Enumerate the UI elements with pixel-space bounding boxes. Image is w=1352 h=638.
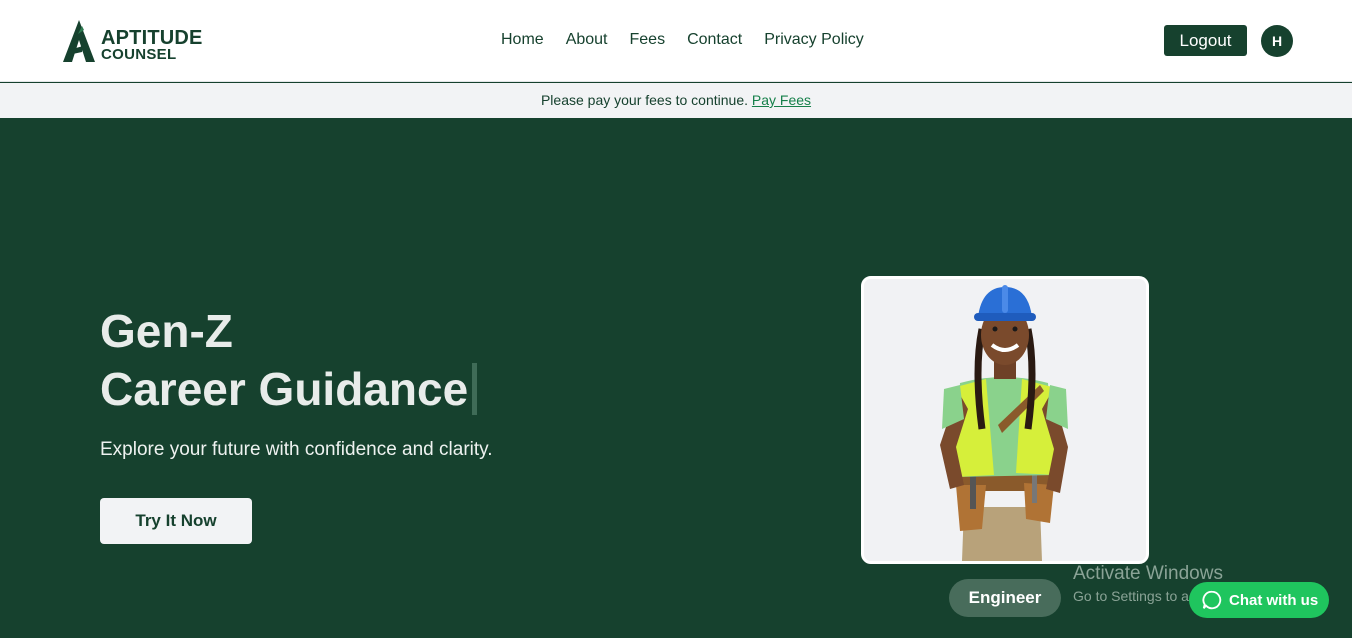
chat-bubble-icon [1202, 590, 1222, 610]
hero-subtitle: Explore your future with confidence and … [100, 439, 493, 460]
hero-title-line2: Career Guidance [100, 363, 469, 415]
fee-notice-text: Please pay your fees to continue. [540, 92, 748, 108]
logout-button[interactable]: Logout [1164, 25, 1247, 56]
hero-title: Gen-Z Career Guidance [100, 302, 478, 418]
engineer-photo-icon [864, 279, 1146, 561]
nav-contact[interactable]: Contact [676, 29, 753, 51]
career-photo-card [861, 276, 1149, 564]
hero-section: Gen-Z Career Guidance Explore your futur… [0, 118, 1352, 638]
hero-title-line1: Gen-Z [100, 305, 233, 357]
chat-with-us-button[interactable]: Chat with us [1189, 582, 1329, 618]
typing-caret [472, 363, 478, 415]
triangle-a-logo-icon [63, 20, 95, 62]
avatar[interactable]: H [1261, 25, 1293, 57]
nav-home[interactable]: Home [490, 29, 555, 51]
nav-fees[interactable]: Fees [619, 29, 677, 51]
brand-subname: COUNSEL [101, 46, 177, 63]
nav-privacy-policy[interactable]: Privacy Policy [753, 29, 875, 51]
nav-about[interactable]: About [555, 29, 619, 51]
career-label-chip[interactable]: Engineer [949, 579, 1061, 617]
navbar: APTITUDE COUNSEL Home About Fees Contact… [0, 0, 1352, 82]
try-it-now-button[interactable]: Try It Now [100, 498, 252, 544]
pay-fees-link[interactable]: Pay Fees [752, 92, 811, 108]
main-nav: Home About Fees Contact Privacy Policy [490, 29, 875, 51]
brand-logo[interactable]: APTITUDE COUNSEL [63, 20, 213, 64]
chat-label: Chat with us [1229, 591, 1319, 609]
fee-notice-banner: Please pay your fees to continue. Pay Fe… [0, 83, 1352, 118]
